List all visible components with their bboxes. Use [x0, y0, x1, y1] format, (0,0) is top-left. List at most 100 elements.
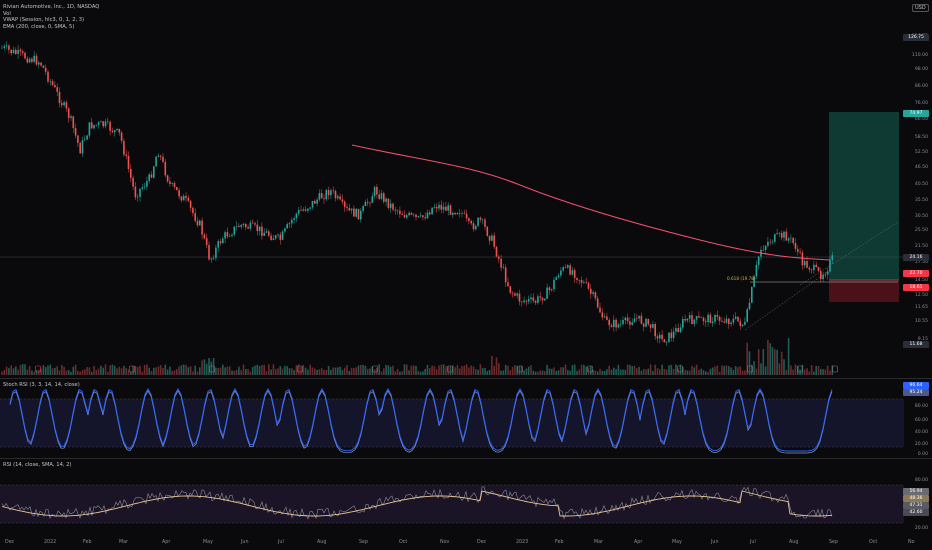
volume-bar	[194, 365, 196, 375]
volume-bar	[369, 368, 371, 375]
price-scale-label: 25.50	[914, 228, 928, 233]
candle-body	[826, 271, 829, 275]
candle-body	[790, 237, 792, 239]
price-scale-label: 58.50	[914, 135, 928, 140]
candle-body	[787, 238, 790, 241]
candle-body	[70, 116, 72, 118]
candle-body	[353, 208, 355, 217]
volume-bar	[422, 371, 424, 375]
volume-bar	[739, 366, 742, 375]
volume-bar	[435, 369, 438, 375]
candle-body	[438, 204, 440, 209]
volume-bar	[403, 364, 406, 375]
volume-bar	[136, 367, 139, 375]
candle-body	[242, 223, 245, 225]
candle-body	[72, 116, 75, 128]
volume-bar	[626, 364, 629, 375]
candle-body	[569, 265, 571, 275]
volume-bar	[829, 370, 831, 375]
volume-bar	[58, 370, 61, 375]
volume-bar	[380, 371, 383, 375]
candle-body	[592, 292, 594, 294]
candle-body	[675, 328, 677, 332]
candle-body	[601, 312, 604, 318]
volume-bar	[470, 365, 472, 375]
stoch-d-tag: 95.24	[903, 389, 929, 396]
time-axis[interactable]: Dec 2022 Feb Mar Apr May Jun Jul Aug Sep Oct Nov Dec…	[0, 536, 932, 550]
candle-body	[672, 331, 675, 339]
volume-bar	[668, 365, 670, 375]
price-scale[interactable]: 126.75 110.00 98.00 86.00 76.00 66.00 58.50 52.…	[904, 0, 932, 378]
time-axis-label: Jul	[278, 540, 284, 545]
volume-bar	[383, 368, 385, 375]
candle-body	[291, 219, 293, 224]
volume-bar	[118, 366, 121, 375]
candle-body	[824, 274, 827, 276]
candle-body	[523, 300, 525, 303]
volume-bar	[113, 365, 116, 375]
volume-bar	[675, 364, 677, 375]
volume-bar	[449, 366, 452, 375]
volume-bar	[541, 370, 544, 375]
volume-bar	[357, 365, 360, 375]
candle-body	[146, 180, 148, 187]
ema-label: EMA (200, close, 0, SMA, 5)	[3, 23, 75, 30]
candle-body	[426, 212, 429, 219]
volume-bar	[661, 364, 663, 375]
volume-bar	[169, 366, 171, 375]
rsi-pane[interactable]: RSI (14, close, SMA, 14, 2) 80.0060.0040…	[0, 458, 932, 537]
volume-bar	[817, 365, 820, 375]
candle-body	[732, 318, 735, 323]
price-chart[interactable]	[0, 0, 932, 378]
volume-bar	[631, 366, 633, 375]
candle-body	[571, 270, 574, 275]
price-pane[interactable]: Rivian Automotive, Inc., 1D, NASDAQ Vol …	[0, 0, 932, 378]
volume-bar	[392, 365, 394, 375]
volume-bar	[787, 338, 790, 375]
candle-body	[141, 187, 144, 189]
volume-bar	[263, 364, 265, 375]
volume-bar	[346, 365, 348, 375]
volume-bar	[316, 369, 318, 375]
time-axis-label: Sep	[829, 540, 839, 545]
stoch-rsi-chart[interactable]	[0, 379, 932, 459]
volume-bar	[288, 368, 291, 375]
rsi-chart[interactable]	[0, 459, 932, 537]
volume-bar	[573, 364, 576, 375]
candle-body	[187, 197, 190, 201]
candle-body	[820, 270, 822, 280]
candle-body	[373, 186, 376, 197]
volume-bar	[806, 368, 808, 375]
volume-bar	[104, 364, 107, 375]
volume-bar	[458, 368, 461, 375]
volume-bar	[31, 370, 33, 375]
candle-body	[176, 187, 178, 191]
volume-bar	[491, 355, 493, 375]
volume-bar	[90, 371, 93, 375]
volume-bar	[509, 370, 512, 375]
candle-body	[440, 204, 443, 210]
volume-bar	[783, 359, 785, 375]
volume-bar	[548, 368, 551, 375]
volume-bar	[107, 371, 109, 375]
volume-bar	[385, 364, 387, 375]
candle-body	[17, 49, 19, 54]
candle-body	[654, 324, 656, 337]
volume-bar	[429, 368, 431, 375]
candle-body	[192, 207, 194, 214]
candle-body	[606, 316, 608, 320]
candle-body	[279, 234, 282, 240]
candle-body	[15, 49, 17, 54]
volume-bar	[808, 371, 811, 375]
volume-bar	[12, 368, 15, 375]
volume-bar	[203, 359, 206, 375]
candle-body	[86, 135, 88, 140]
candle-body	[123, 140, 125, 155]
candle-body	[491, 235, 493, 241]
trendline-lower	[744, 269, 831, 331]
candle-body	[422, 215, 424, 218]
candle-body	[550, 289, 553, 291]
stoch-rsi-pane[interactable]: Stoch RSI (3, 3, 14, 14, close) 100.0080…	[0, 378, 932, 459]
candle-body	[10, 49, 12, 54]
time-axis-label: Apr	[162, 540, 171, 545]
